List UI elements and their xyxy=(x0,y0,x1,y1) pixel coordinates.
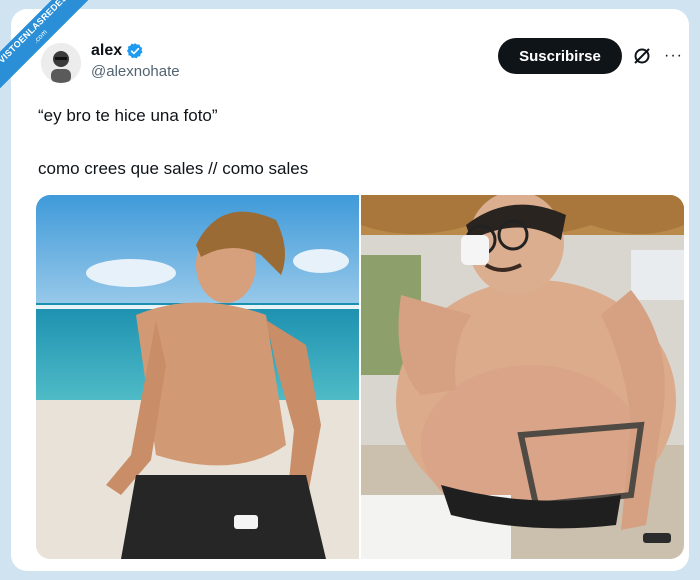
subscribe-button[interactable]: Suscribirse xyxy=(498,38,622,74)
right-photo[interactable] xyxy=(361,195,684,559)
cafe-man-image xyxy=(361,195,684,559)
tweet-text-line2: como crees que sales // como sales xyxy=(38,159,309,178)
verified-badge-icon xyxy=(127,43,143,59)
tweet-text-line1: “ey bro te hice una foto” xyxy=(38,106,218,125)
avatar[interactable] xyxy=(41,43,81,83)
media-grid xyxy=(36,195,684,559)
beach-man-image xyxy=(36,195,359,559)
more-icon[interactable]: ··· xyxy=(664,47,683,65)
left-photo[interactable] xyxy=(36,195,359,559)
author-handle[interactable]: @alexnohate xyxy=(91,63,180,80)
display-name[interactable]: alex xyxy=(91,42,122,60)
avatar-image xyxy=(41,43,81,83)
author-name-row[interactable]: alex xyxy=(91,42,144,60)
grok-icon[interactable] xyxy=(632,46,652,66)
tweet-card: alex @alexnohate Suscribirse ··· “ey bro… xyxy=(11,9,689,571)
